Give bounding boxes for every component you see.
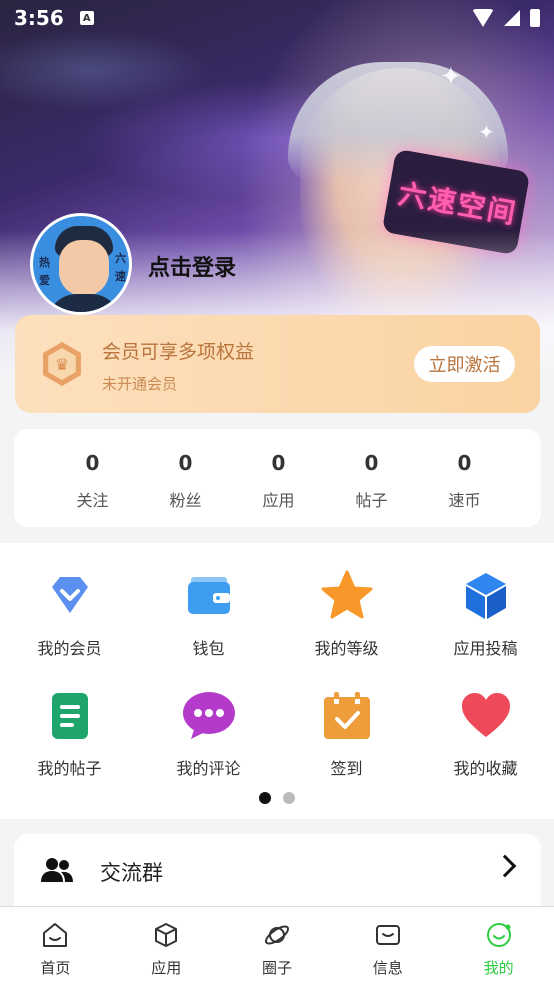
users-icon — [40, 856, 74, 888]
stat-label: 应用 — [262, 491, 295, 510]
avatar-tag: 热 — [39, 256, 50, 269]
activate-button[interactable]: 立即激活 — [414, 346, 515, 382]
grid-item-favorites[interactable]: 我的收藏 — [416, 689, 554, 779]
smile-icon — [485, 921, 513, 949]
sparkle-icon: ✦ — [440, 62, 462, 92]
comment-icon — [181, 689, 237, 745]
stat-value: 0 — [178, 451, 193, 475]
grid-item-my-comments[interactable]: 我的评论 — [139, 689, 278, 779]
membership-subtitle: 未开通会员 — [102, 375, 178, 393]
planet-icon — [263, 921, 291, 949]
tab-circle[interactable]: 圈子 — [222, 907, 333, 984]
document-icon — [42, 689, 98, 745]
grid-item-checkin[interactable]: 签到 — [277, 689, 416, 779]
home-icon — [41, 921, 69, 949]
grid-item-wallet[interactable]: 钱包 — [139, 569, 278, 659]
grid-item-label: 签到 — [330, 759, 363, 778]
page-dot-active[interactable] — [259, 792, 271, 804]
sparkle-icon: ✦ — [478, 120, 495, 144]
hero-sign-text: 六速空间 — [395, 177, 520, 231]
stat-label: 帖子 — [355, 491, 388, 510]
grid-item-membership[interactable]: 我的会员 — [0, 569, 139, 659]
grid-item-my-posts[interactable]: 我的帖子 — [0, 689, 139, 779]
box-icon — [152, 921, 180, 949]
membership-card[interactable]: ♛ 会员可享多项权益 未开通会员 立即激活 — [15, 315, 540, 413]
crown-badge-icon: ♛ — [43, 342, 81, 386]
stat-following[interactable]: 0 关注 — [46, 429, 139, 527]
stat-posts[interactable]: 0 帖子 — [325, 429, 418, 527]
page-indicator — [259, 792, 295, 804]
grid-item-label: 钱包 — [192, 639, 225, 658]
tab-label: 圈子 — [261, 959, 292, 977]
tab-label: 应用 — [151, 959, 182, 977]
stat-label: 关注 — [76, 491, 109, 510]
tab-messages[interactable]: 信息 — [332, 907, 443, 984]
avatar-tag: 速 — [115, 270, 126, 283]
diamond-icon — [42, 569, 98, 625]
grid-item-level[interactable]: 我的等级 — [277, 569, 416, 659]
grid-item-label: 我的帖子 — [37, 759, 102, 778]
feature-grid: 我的会员 钱包 我的等级 应用投稿 我的帖子 我的评论 签到 我的收藏 — [0, 543, 554, 819]
signal-icon — [504, 10, 520, 26]
group-chat-label: 交流群 — [100, 861, 163, 885]
avatar-body — [47, 294, 121, 312]
tab-label: 我的 — [483, 959, 514, 977]
wallet-icon — [181, 569, 237, 625]
status-bar: 3:56 A — [0, 0, 554, 36]
message-icon — [374, 921, 402, 949]
avatar-tag: 爱 — [39, 274, 50, 287]
group-chat-row[interactable]: 交流群 — [14, 834, 541, 910]
cube-icon — [458, 569, 514, 625]
stat-label: 粉丝 — [169, 491, 202, 510]
stat-followers[interactable]: 0 粉丝 — [139, 429, 232, 527]
stat-value: 0 — [364, 451, 379, 475]
avatar-face — [59, 240, 109, 296]
page-dot[interactable] — [283, 792, 295, 804]
stat-value: 0 — [271, 451, 286, 475]
tab-label: 首页 — [40, 959, 71, 977]
battery-icon — [530, 9, 540, 27]
grid-item-submit-app[interactable]: 应用投稿 — [416, 569, 554, 659]
chevron-right-icon — [493, 854, 517, 878]
tab-home[interactable]: 首页 — [0, 907, 111, 984]
login-link[interactable]: 点击登录 — [148, 250, 236, 282]
stat-apps[interactable]: 0 应用 — [232, 429, 325, 527]
grid-item-label: 我的收藏 — [453, 759, 518, 778]
calendar-check-icon — [319, 689, 375, 745]
stat-label: 速币 — [448, 491, 481, 510]
tab-label: 信息 — [372, 959, 403, 977]
stat-value: 0 — [85, 451, 100, 475]
grid-item-label: 应用投稿 — [453, 639, 518, 658]
wifi-icon — [472, 9, 494, 27]
stats-card: 0 关注 0 粉丝 0 应用 0 帖子 0 速币 — [14, 429, 541, 527]
notification-a-icon: A — [79, 11, 94, 25]
bottom-tab-bar: 首页 应用 圈子 信息 我的 — [0, 906, 554, 984]
membership-title: 会员可享多项权益 — [102, 341, 255, 363]
avatar[interactable]: 热 爱 六 速 — [30, 213, 132, 315]
status-time: 3:56 — [14, 6, 64, 30]
star-icon — [319, 569, 375, 625]
heart-icon — [458, 689, 514, 745]
grid-item-label: 我的会员 — [37, 639, 102, 658]
stat-coins[interactable]: 0 速币 — [418, 429, 511, 527]
stat-value: 0 — [457, 451, 472, 475]
grid-item-label: 我的等级 — [314, 639, 379, 658]
grid-item-label: 我的评论 — [176, 759, 241, 778]
avatar-tag: 六 — [115, 252, 126, 265]
tab-apps[interactable]: 应用 — [111, 907, 222, 984]
tab-mine[interactable]: 我的 — [443, 907, 554, 984]
